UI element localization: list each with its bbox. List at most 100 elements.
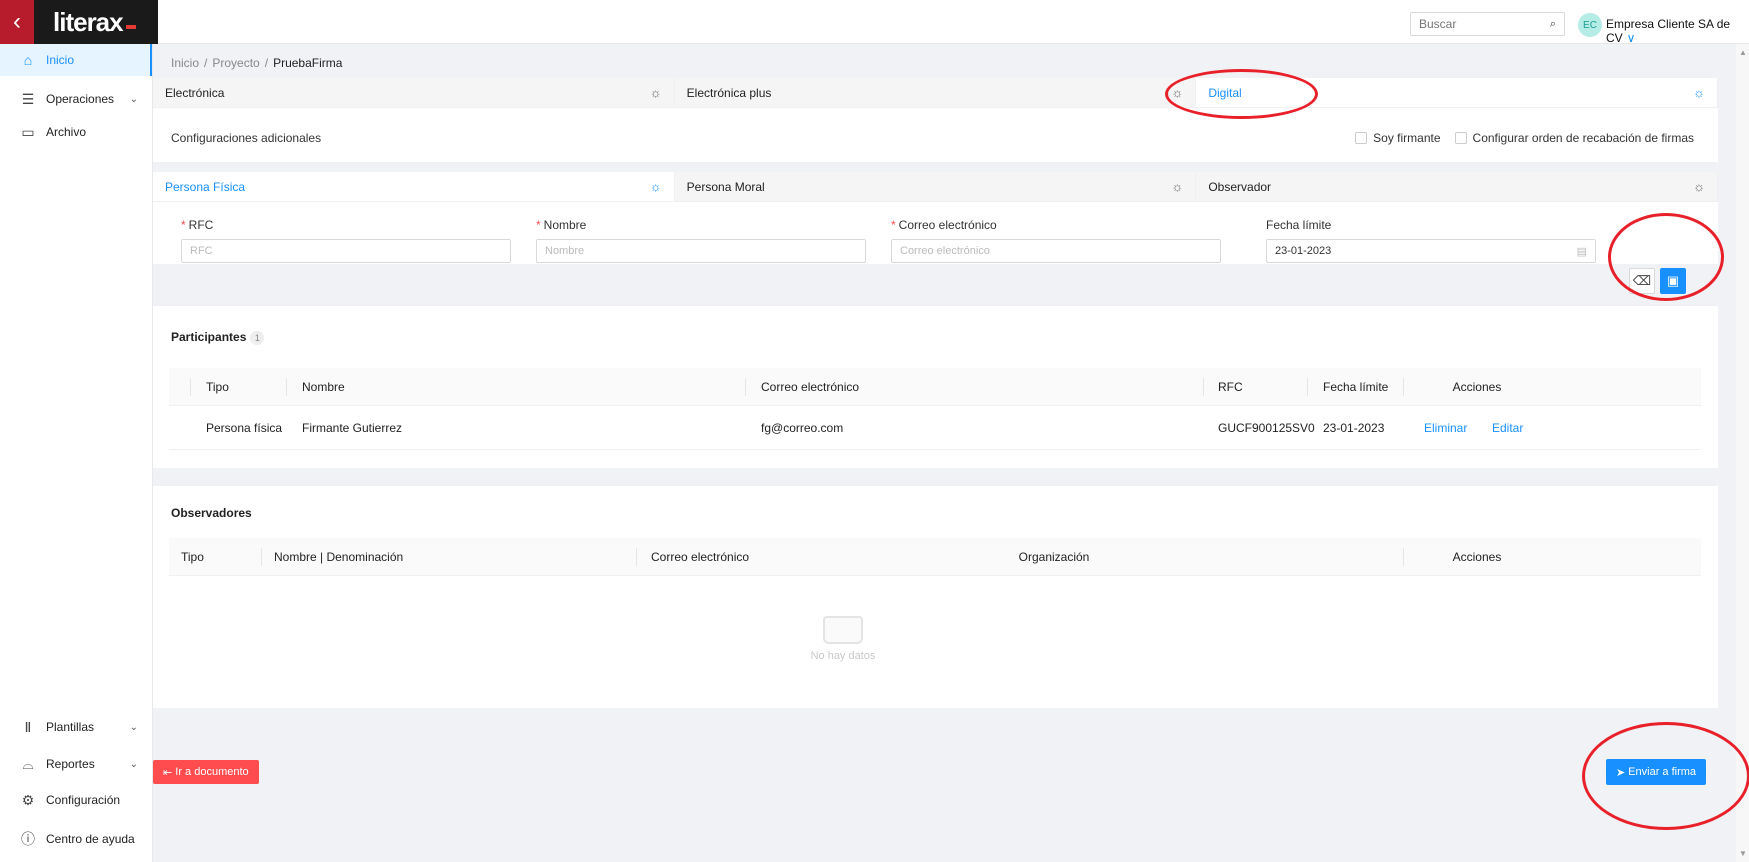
- tab-observador[interactable]: Observador ☼: [1196, 172, 1719, 201]
- tab-persona-fisica[interactable]: Persona Física ☼: [153, 172, 675, 201]
- scroll-up-icon[interactable]: ▲: [1739, 48, 1747, 57]
- tab-label: Electrónica plus: [686, 85, 772, 100]
- orden-firmas-checkbox[interactable]: Configurar orden de recabación de firmas: [1454, 131, 1694, 145]
- correo-input[interactable]: Correo electrónico: [891, 239, 1221, 263]
- sidebar-item-operaciones[interactable]: ☰ Operaciones ⌄: [0, 83, 152, 115]
- breadcrumb-current: PruebaFirma: [273, 56, 343, 70]
- search-box[interactable]: ⌕: [1410, 12, 1565, 36]
- col-tipo: Tipo: [181, 549, 204, 564]
- tab-label: Electrónica: [165, 85, 225, 100]
- main-content: Inicio / Proyecto / PruebaFirma Electrónica ☼…: [153, 44, 1736, 862]
- person-tabs: Persona Física ☼ Persona Moral ☼ Observado…: [153, 172, 1719, 202]
- gear-icon: ⚙: [21, 791, 35, 808]
- cell-nombre: Firmante Gutierrez: [302, 420, 403, 435]
- empty-text: No hay datos: [810, 650, 876, 662]
- checkbox-box[interactable]: [1454, 132, 1467, 144]
- observadores-title: Observadores: [171, 506, 252, 520]
- company-selector[interactable]: Empresa Cliente SA de CV ∨: [1606, 17, 1749, 45]
- tab-label: Persona Física: [165, 179, 246, 194]
- sidebar-item-configuracion[interactable]: ⚙ Configuración: [0, 784, 152, 816]
- count-badge: 1: [250, 331, 265, 345]
- ir-a-documento-button[interactable]: ⇤ Ir a documento: [153, 760, 259, 784]
- nombre-input[interactable]: Nombre: [536, 239, 866, 263]
- sidebar-item-reportes[interactable]: ⌓ Reportes ⌄: [0, 748, 152, 780]
- breadcrumb-inicio[interactable]: Inicio: [171, 56, 199, 70]
- checkbox-label: Configurar orden de recabación de firmas: [1472, 131, 1694, 145]
- sidebar-item-label: Inicio: [46, 53, 75, 67]
- sidebar-item-label: Operaciones: [46, 92, 115, 106]
- required-mark: *: [536, 218, 541, 232]
- checkbox-box[interactable]: [1355, 132, 1368, 144]
- avatar[interactable]: EC: [1578, 13, 1602, 37]
- col-nombre-denominacion: Nombre | Denominación: [274, 549, 404, 564]
- sidebar-item-label: Reportes: [46, 757, 95, 771]
- company-name: Empresa Cliente SA de CV: [1606, 17, 1731, 45]
- col-nombre: Nombre: [302, 379, 345, 394]
- breadcrumb-separator: /: [264, 56, 269, 70]
- folder-icon: ▭: [21, 123, 35, 140]
- scroll-down-icon[interactable]: ▼: [1739, 849, 1747, 858]
- table-row: Persona física Firmante Gutierrez fg@cor…: [169, 406, 1701, 450]
- sidebar-item-inicio[interactable]: ⌂ Inicio: [0, 44, 152, 76]
- annotation-circle-buttons: [1608, 213, 1724, 301]
- header-divider: [745, 378, 746, 396]
- empty-state: No hay datos: [753, 616, 933, 662]
- soy-firmante-checkbox[interactable]: Soy firmante: [1355, 131, 1441, 145]
- header-divider: [261, 548, 262, 566]
- chevron-left-icon[interactable]: ‹: [0, 0, 34, 44]
- cell-tipo: Persona física: [206, 420, 283, 435]
- logo: literax: [34, 0, 158, 44]
- nombre-field: * Nombre Nombre: [536, 218, 866, 263]
- nombre-label-text: Nombre: [543, 218, 587, 232]
- sidebar-item-label: Configuración: [46, 793, 121, 807]
- library-icon: Ⅱ: [24, 718, 32, 735]
- section-title-text: Participantes: [171, 330, 247, 344]
- config-label: Configuraciones adicionales: [171, 131, 322, 145]
- participantes-card: Participantes 1 Tipo Nombre Correo electr…: [153, 306, 1718, 468]
- header-divider: [1307, 378, 1308, 396]
- home-icon: ⌂: [23, 52, 33, 68]
- tab-persona-moral[interactable]: Persona Moral ☼: [674, 172, 1197, 201]
- chevron-down-icon: ⌄: [129, 758, 138, 770]
- signature-tabs: Electrónica ☼ Electrónica plus ☼ Digital ☼: [153, 78, 1719, 108]
- rfc-input[interactable]: RFC: [181, 239, 511, 263]
- search-icon[interactable]: ⌕: [1550, 18, 1556, 31]
- chevron-down-icon[interactable]: ∨: [1627, 31, 1636, 45]
- col-acciones: Acciones: [1452, 549, 1502, 564]
- sidebar-item-plantillas[interactable]: Ⅱ Plantillas ⌄: [0, 711, 152, 743]
- server-icon: ☰: [21, 90, 35, 107]
- col-tipo: Tipo: [206, 379, 229, 394]
- vertical-scrollbar[interactable]: ▲ ▼: [1736, 44, 1749, 862]
- observadores-table-header: Tipo Nombre | Denominación Correo electr…: [169, 538, 1701, 576]
- sidebar-item-centro-de-ayuda[interactable]: ⓘ Centro de ayuda: [0, 823, 152, 855]
- sidebar-item-label: Centro de ayuda: [46, 832, 135, 846]
- header-divider: [636, 548, 637, 566]
- editar-link[interactable]: Editar: [1492, 406, 1523, 449]
- checkbox-label: Soy firmante: [1373, 131, 1441, 145]
- col-correo: Correo electrónico: [651, 549, 750, 564]
- rfc-field: * RFC RFC: [181, 218, 511, 263]
- breadcrumb-proyecto[interactable]: Proyecto: [212, 56, 259, 70]
- inbox-icon: [823, 616, 863, 644]
- col-organizacion: Organización: [1018, 549, 1090, 564]
- logo-mark: [125, 25, 136, 29]
- logo-text: literax: [53, 6, 124, 37]
- search-input[interactable]: [1419, 17, 1539, 31]
- fecha-label: Fecha límite: [1266, 218, 1332, 232]
- config-checkboxes: Soy firmante Configurar orden de recabac…: [1355, 131, 1694, 145]
- cell-correo: fg@correo.com: [761, 420, 844, 435]
- nombre-label: * Nombre: [536, 218, 866, 232]
- tab-electronica[interactable]: Electrónica ☼: [153, 78, 675, 107]
- lightbulb-icon: ☼: [1171, 179, 1184, 194]
- sidebar-item-archivo[interactable]: ▭ Archivo: [0, 116, 152, 148]
- tab-electronica-plus[interactable]: Electrónica plus ☼: [674, 78, 1197, 107]
- tab-label: Observador: [1208, 179, 1272, 194]
- fecha-input[interactable]: 23-01-2023 ▤: [1266, 239, 1596, 263]
- chart-icon: ⌓: [22, 755, 34, 772]
- fecha-value: 23-01-2023: [1275, 245, 1332, 257]
- header-divider: [1203, 378, 1204, 396]
- correo-label: * Correo electrónico: [891, 218, 1221, 232]
- chevron-down-icon: ⌄: [129, 93, 138, 105]
- eliminar-link[interactable]: Eliminar: [1424, 406, 1467, 449]
- breadcrumb-separator: /: [204, 56, 208, 70]
